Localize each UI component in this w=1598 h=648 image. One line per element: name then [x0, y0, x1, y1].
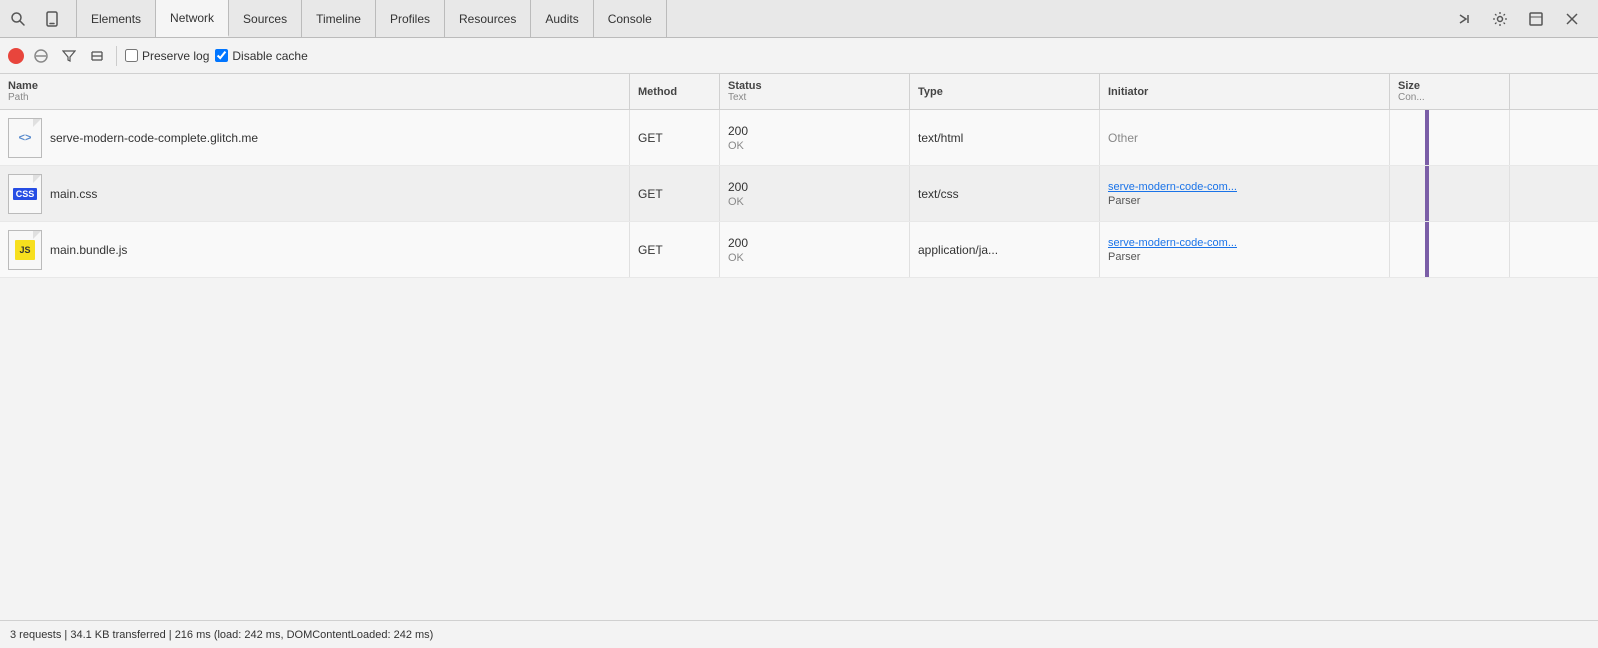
tab-bar-icons: [4, 5, 66, 33]
disable-cache-checkbox[interactable]: [215, 49, 228, 62]
toolbar: Preserve log Disable cache: [0, 38, 1598, 74]
tab-audits[interactable]: Audits: [531, 0, 593, 37]
waterfall-bar-3: [1425, 222, 1429, 277]
tab-timeline[interactable]: Timeline: [302, 0, 376, 37]
tab-bar: Elements Network Sources Timeline Profil…: [0, 0, 1598, 38]
stop-icon[interactable]: [30, 45, 52, 67]
table-body: <> serve-modern-code-complete.glitch.me …: [0, 110, 1598, 620]
record-button[interactable]: [8, 48, 24, 64]
th-size[interactable]: Size Con...: [1390, 74, 1510, 109]
tab-bar-right: [1450, 5, 1594, 33]
preserve-log-checkbox[interactable]: [125, 49, 138, 62]
td-method-1: GET: [630, 110, 720, 165]
th-type[interactable]: Type: [910, 74, 1100, 109]
status-bar: 3 requests | 34.1 KB transferred | 216 m…: [0, 620, 1598, 648]
td-size-1: [1390, 110, 1510, 165]
th-status[interactable]: Status Text: [720, 74, 910, 109]
td-initiator-2: serve-modern-code-com... Parser: [1100, 166, 1390, 221]
waterfall-bar-2: [1425, 166, 1429, 221]
table-row[interactable]: CSS main.css GET 200 OK text/css serve-m…: [0, 166, 1598, 222]
waterfall-bar-1: [1425, 110, 1429, 165]
td-status-1: 200 OK: [720, 110, 910, 165]
td-initiator-3: serve-modern-code-com... Parser: [1100, 222, 1390, 277]
tab-profiles[interactable]: Profiles: [376, 0, 445, 37]
toolbar-divider: [116, 46, 117, 66]
td-type-2: text/css: [910, 166, 1100, 221]
td-name-2: CSS main.css: [0, 166, 630, 221]
td-initiator-1: Other: [1100, 110, 1390, 165]
preserve-log-checkbox-label[interactable]: Preserve log: [125, 49, 209, 63]
disable-cache-checkbox-label[interactable]: Disable cache: [215, 49, 307, 63]
table-row[interactable]: JS main.bundle.js GET 200 OK application…: [0, 222, 1598, 278]
td-type-1: text/html: [910, 110, 1100, 165]
td-status-3: 200 OK: [720, 222, 910, 277]
td-method-2: GET: [630, 166, 720, 221]
magnifier-icon[interactable]: [4, 5, 32, 33]
tab-sources[interactable]: Sources: [229, 0, 302, 37]
device-icon[interactable]: [38, 5, 66, 33]
td-name-3: JS main.bundle.js: [0, 222, 630, 277]
css-file-icon: CSS: [8, 174, 42, 214]
js-file-icon: JS: [8, 230, 42, 270]
th-initiator[interactable]: Initiator: [1100, 74, 1390, 109]
td-name-1: <> serve-modern-code-complete.glitch.me: [0, 110, 630, 165]
execute-icon[interactable]: [1450, 5, 1478, 33]
tab-elements[interactable]: Elements: [76, 0, 156, 37]
table-row[interactable]: <> serve-modern-code-complete.glitch.me …: [0, 110, 1598, 166]
network-table: Name Path Method Status Text Type Initia…: [0, 74, 1598, 620]
table-header: Name Path Method Status Text Type Initia…: [0, 74, 1598, 110]
tab-console[interactable]: Console: [594, 0, 667, 37]
td-status-2: 200 OK: [720, 166, 910, 221]
gear-icon[interactable]: [1486, 5, 1514, 33]
td-size-2: [1390, 166, 1510, 221]
td-size-3: [1390, 222, 1510, 277]
td-method-3: GET: [630, 222, 720, 277]
list-icon[interactable]: [86, 45, 108, 67]
tab-resources[interactable]: Resources: [445, 0, 531, 37]
th-name[interactable]: Name Path: [0, 74, 630, 109]
html-file-icon: <>: [8, 118, 42, 158]
th-method[interactable]: Method: [630, 74, 720, 109]
tab-network[interactable]: Network: [156, 0, 229, 37]
filter-icon[interactable]: [58, 45, 80, 67]
window-icon[interactable]: [1522, 5, 1550, 33]
close-icon[interactable]: [1558, 5, 1586, 33]
tabs: Elements Network Sources Timeline Profil…: [76, 0, 667, 37]
td-type-3: application/ja...: [910, 222, 1100, 277]
